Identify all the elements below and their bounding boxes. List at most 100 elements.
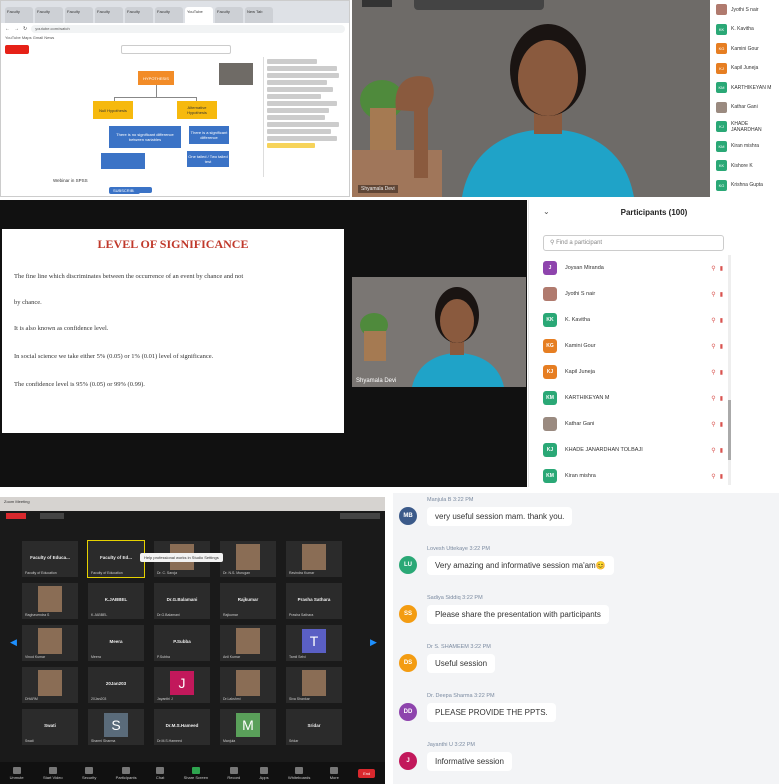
- video-tile[interactable]: Vinod Kumar: [22, 625, 78, 661]
- mic-muted-icon[interactable]: ⚲: [711, 447, 715, 454]
- video-tile[interactable]: Dr.M.S.Hameed Dr.M.S.Hameed: [154, 709, 210, 745]
- mic-muted-icon[interactable]: ⚲: [711, 395, 715, 402]
- chat-button[interactable]: Chat: [156, 766, 164, 780]
- list-item[interactable]: KG Kamini Gour: [712, 39, 779, 59]
- prev-page-icon[interactable]: ◀: [10, 637, 17, 648]
- unmute-button[interactable]: Unmute: [10, 766, 24, 780]
- video-off-icon[interactable]: ▮: [720, 369, 723, 376]
- meeting-info-button[interactable]: [40, 513, 64, 519]
- video-tile[interactable]: Meera Meera: [88, 625, 144, 661]
- video-tile[interactable]: Anil Kumar: [220, 625, 276, 661]
- more-button[interactable]: More: [330, 766, 339, 780]
- start-video-button[interactable]: Start Video: [43, 766, 63, 780]
- end-button[interactable]: End: [358, 768, 376, 778]
- list-item[interactable]: Kathar Gani: [712, 98, 779, 118]
- browser-tab[interactable]: Faculty: [215, 7, 243, 23]
- participant-row[interactable]: KM KARTHIKEYAN M ⚲ ▮: [543, 388, 723, 408]
- mic-muted-icon[interactable]: ⚲: [711, 265, 715, 272]
- next-page-icon[interactable]: ▶: [370, 637, 377, 648]
- video-tile[interactable]: P.Subba P.Subba: [154, 625, 210, 661]
- video-tile[interactable]: Ravindra Kumar: [286, 541, 342, 577]
- video-tile[interactable]: Siva Shankar: [286, 667, 342, 703]
- chat-bubble[interactable]: Very amazing and informative session ma'…: [427, 556, 614, 575]
- chat-bubble[interactable]: Please share the presentation with parti…: [427, 605, 609, 624]
- youtube-search-input[interactable]: [121, 45, 231, 54]
- security-button[interactable]: Security: [82, 766, 96, 780]
- mic-muted-icon[interactable]: ⚲: [711, 317, 715, 324]
- list-item[interactable]: KM Kiran mishra: [712, 137, 779, 157]
- video-tile[interactable]: Rajkumar Rajkumar: [220, 583, 276, 619]
- mic-muted-icon[interactable]: ⚲: [711, 291, 715, 298]
- browser-tab[interactable]: Faculty: [35, 7, 63, 23]
- participant-row[interactable]: KK K. Kavitha ⚲ ▮: [543, 310, 723, 330]
- mic-muted-icon[interactable]: ⚲: [711, 369, 715, 376]
- join-button[interactable]: [134, 187, 152, 193]
- record-button[interactable]: Record: [227, 766, 240, 780]
- video-tile[interactable]: S Sharmi Sharma: [88, 709, 144, 745]
- mic-muted-icon[interactable]: ⚲: [711, 343, 715, 350]
- participant-row[interactable]: Jyothi S nair ⚲ ▮: [543, 284, 723, 304]
- video-off-icon[interactable]: ▮: [720, 447, 723, 454]
- forward-icon[interactable]: →: [14, 26, 19, 32]
- mic-muted-icon[interactable]: ⚲: [711, 421, 715, 428]
- video-tile[interactable]: Faculty of Educa... Faculty of Education: [22, 541, 78, 577]
- video-tile[interactable]: 20Jan203 20Jan203: [88, 667, 144, 703]
- participant-row[interactable]: KJ Kapil Juneja ⚲ ▮: [543, 362, 723, 382]
- mic-muted-icon[interactable]: ⚲: [711, 473, 715, 480]
- browser-tab[interactable]: Faculty: [125, 7, 153, 23]
- video-tile[interactable]: J Jayanthi J: [154, 667, 210, 703]
- chat-bubble[interactable]: Useful session: [427, 654, 496, 673]
- address-bar[interactable]: youtube.com/watch: [31, 25, 345, 33]
- video-off-icon[interactable]: ▮: [720, 343, 723, 350]
- browser-tab[interactable]: Faculty: [95, 7, 123, 23]
- list-item[interactable]: KJ Kapil Juneja: [712, 59, 779, 79]
- video-off-icon[interactable]: ▮: [720, 473, 723, 480]
- video-tile[interactable]: Raghavendra S: [22, 583, 78, 619]
- browser-tab[interactable]: Faculty: [65, 7, 93, 23]
- video-tile[interactable]: M Manjula: [220, 709, 276, 745]
- video-off-icon[interactable]: ▮: [720, 291, 723, 298]
- list-item[interactable]: Jyothi S nair: [712, 0, 779, 20]
- whiteboards-button[interactable]: Whiteboards: [288, 766, 310, 780]
- participant-row[interactable]: KG Kamini Gour ⚲ ▮: [543, 336, 723, 356]
- participants-button[interactable]: Participants: [116, 766, 137, 780]
- participant-row[interactable]: KJ KHADE JANARDHAN TOLBAJI ⚲ ▮: [543, 440, 723, 460]
- video-tile[interactable]: Dr.G.Balamani Dr.G.Balamani: [154, 583, 210, 619]
- video-tile[interactable]: Dr.Lakshmi: [220, 667, 276, 703]
- participant-row[interactable]: KM Kiran mishra ⚲ ▮: [543, 466, 723, 486]
- list-item[interactable]: KJ KHADE JANARDHAN: [712, 117, 779, 137]
- video-off-icon[interactable]: ▮: [720, 317, 723, 324]
- list-item[interactable]: KM KARTHIKEYAN M: [712, 78, 779, 98]
- video-tile[interactable]: Faculty of Ed... Faculty of Education: [87, 540, 145, 578]
- back-icon[interactable]: ←: [5, 26, 10, 32]
- chat-bubble[interactable]: Informative session: [427, 752, 512, 771]
- video-tile[interactable]: Prasha Sathara Prasha Sathara: [286, 583, 342, 619]
- view-button[interactable]: [340, 513, 380, 519]
- video-tile[interactable]: Swati Swati: [22, 709, 78, 745]
- share-screen-button[interactable]: Share Screen: [184, 766, 208, 780]
- browser-tab[interactable]: New Tab: [245, 7, 273, 23]
- list-item[interactable]: KK Kishore K: [712, 156, 779, 176]
- participant-row[interactable]: Kathar Gani ⚲ ▮: [543, 414, 723, 434]
- browser-tab-active[interactable]: YouTube: [185, 7, 213, 23]
- video-off-icon[interactable]: ▮: [720, 265, 723, 272]
- video-off-icon[interactable]: ▮: [720, 421, 723, 428]
- participant-search-input[interactable]: ⚲ Find a participant: [543, 235, 724, 251]
- browser-tab[interactable]: Faculty: [155, 7, 183, 23]
- list-item[interactable]: KG Krishna Gupta: [712, 176, 779, 196]
- video-tile[interactable]: T Tamil Selvi: [286, 625, 342, 661]
- video-tile[interactable]: Dr. N.S. Murugan: [220, 541, 276, 577]
- apps-button[interactable]: Apps: [260, 766, 269, 780]
- participant-row[interactable]: J Joysan Miranda ⚲ ▮: [543, 258, 723, 278]
- chat-bubble[interactable]: very useful session mam. thank you.: [427, 507, 573, 526]
- reload-icon[interactable]: ↻: [23, 26, 27, 32]
- scrollbar-thumb[interactable]: [728, 400, 731, 460]
- list-item[interactable]: KK K. Kavitha: [712, 20, 779, 40]
- browser-tab[interactable]: Faculty: [5, 7, 33, 23]
- video-tile[interactable]: K.JABBEL K.JABBEL: [88, 583, 144, 619]
- youtube-logo-icon[interactable]: [5, 45, 29, 54]
- video-off-icon[interactable]: ▮: [720, 395, 723, 402]
- chat-bubble[interactable]: PLEASE PROVIDE THE PPTS.: [427, 703, 556, 722]
- video-tile[interactable]: Sridar Sridar: [286, 709, 342, 745]
- video-tile[interactable]: DHARM: [22, 667, 78, 703]
